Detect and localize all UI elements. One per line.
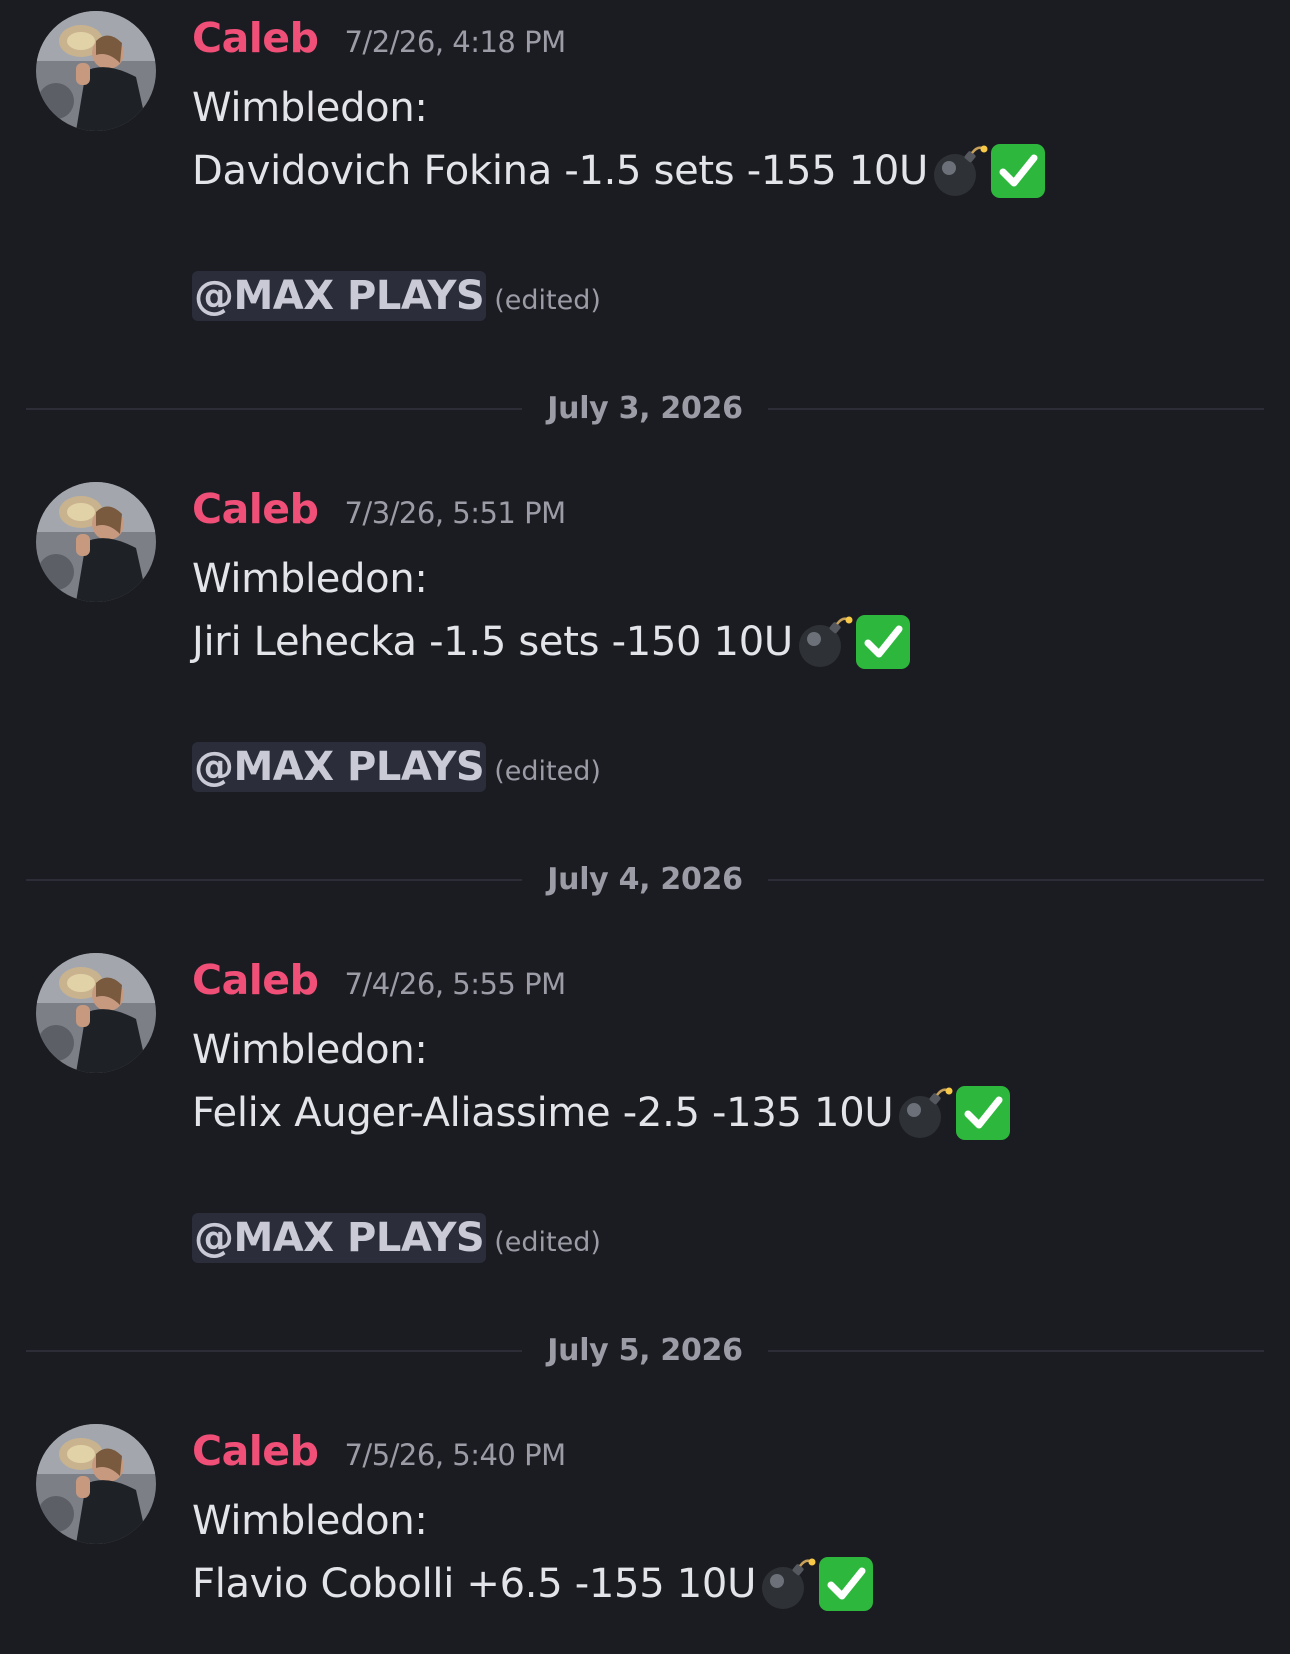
author-name[interactable]: Caleb [192,14,319,62]
author-name[interactable]: Caleb [192,485,319,533]
message-text: Flavio Cobolli +6.5 -155 10U [192,1561,757,1607]
avatar[interactable] [36,1424,156,1544]
date-divider: July 5, 2026 [26,1331,1264,1371]
message-text: Felix Auger-Aliassime -2.5 -135 10U [192,1090,894,1136]
date-divider: July 4, 2026 [26,860,1264,900]
message-line-1: Wimbledon: [192,85,428,131]
message-line-1: Wimbledon: [192,1027,428,1073]
avatar[interactable] [36,11,156,131]
divider-date: July 5, 2026 [547,1333,743,1368]
avatar[interactable] [36,953,156,1073]
role-mention[interactable]: @MAX PLAYS [192,742,487,792]
role-mention[interactable]: @MAX PLAYS [192,1213,487,1263]
message-text: Jiri Lehecka -1.5 sets -150 10U [192,619,793,665]
message: Caleb 7/3/26, 5:51 PM Wimbledon: Jiri Le… [0,471,1290,831]
divider-line [26,408,522,410]
timestamp: 7/4/26, 5:55 PM [344,967,566,1001]
check-mark-icon [953,1083,1013,1143]
message-line-2: Felix Auger-Aliassime -2.5 -135 10U [192,1083,1013,1143]
check-mark-icon [816,1554,876,1614]
timestamp: 7/3/26, 5:51 PM [344,496,566,530]
divider-line [26,879,522,881]
check-mark-icon [853,612,913,672]
bomb-icon [756,1554,816,1614]
edited-label: (edited) [494,1226,601,1258]
edited-label: (edited) [494,284,601,316]
divider-line [768,879,1264,881]
check-mark-icon [988,141,1048,201]
message: Caleb 7/5/26, 5:40 PM Wimbledon: Flavio … [0,1413,1290,1654]
message: Caleb 7/4/26, 5:55 PM Wimbledon: Felix A… [0,942,1290,1302]
message-line-1: Wimbledon: [192,1498,428,1544]
bomb-icon [928,141,988,201]
bomb-icon [793,612,853,672]
message-line-1: Wimbledon: [192,556,428,602]
divider-date: July 4, 2026 [547,862,743,897]
timestamp: 7/2/26, 4:18 PM [344,25,566,59]
mention-row: @MAX PLAYS (edited) [192,738,601,796]
message-text: Davidovich Fokina -1.5 sets -155 10U [192,148,929,194]
message-line-2: Jiri Lehecka -1.5 sets -150 10U [192,612,913,672]
message-header: Caleb 7/5/26, 5:40 PM [192,1427,566,1487]
message-header: Caleb 7/2/26, 4:18 PM [192,14,566,74]
mention-row: @MAX PLAYS (edited) [192,1209,601,1267]
message-header: Caleb 7/4/26, 5:55 PM [192,956,566,1016]
mention-row: @MAX PLAYS (edited) [192,267,601,325]
divider-line [26,1350,522,1352]
date-divider: July 3, 2026 [26,389,1264,429]
divider-line [768,408,1264,410]
role-mention[interactable]: @MAX PLAYS [192,271,487,321]
avatar[interactable] [36,482,156,602]
edited-label: (edited) [494,755,601,787]
message: Caleb 7/2/26, 4:18 PM Wimbledon: Davidov… [0,0,1290,360]
author-name[interactable]: Caleb [192,1427,319,1475]
message-line-2: Davidovich Fokina -1.5 sets -155 10U [192,141,1048,201]
divider-date: July 3, 2026 [547,391,743,426]
timestamp: 7/5/26, 5:40 PM [344,1438,566,1472]
message-header: Caleb 7/3/26, 5:51 PM [192,485,566,545]
author-name[interactable]: Caleb [192,956,319,1004]
bomb-icon [893,1083,953,1143]
message-line-2: Flavio Cobolli +6.5 -155 10U [192,1554,876,1614]
divider-line [768,1350,1264,1352]
